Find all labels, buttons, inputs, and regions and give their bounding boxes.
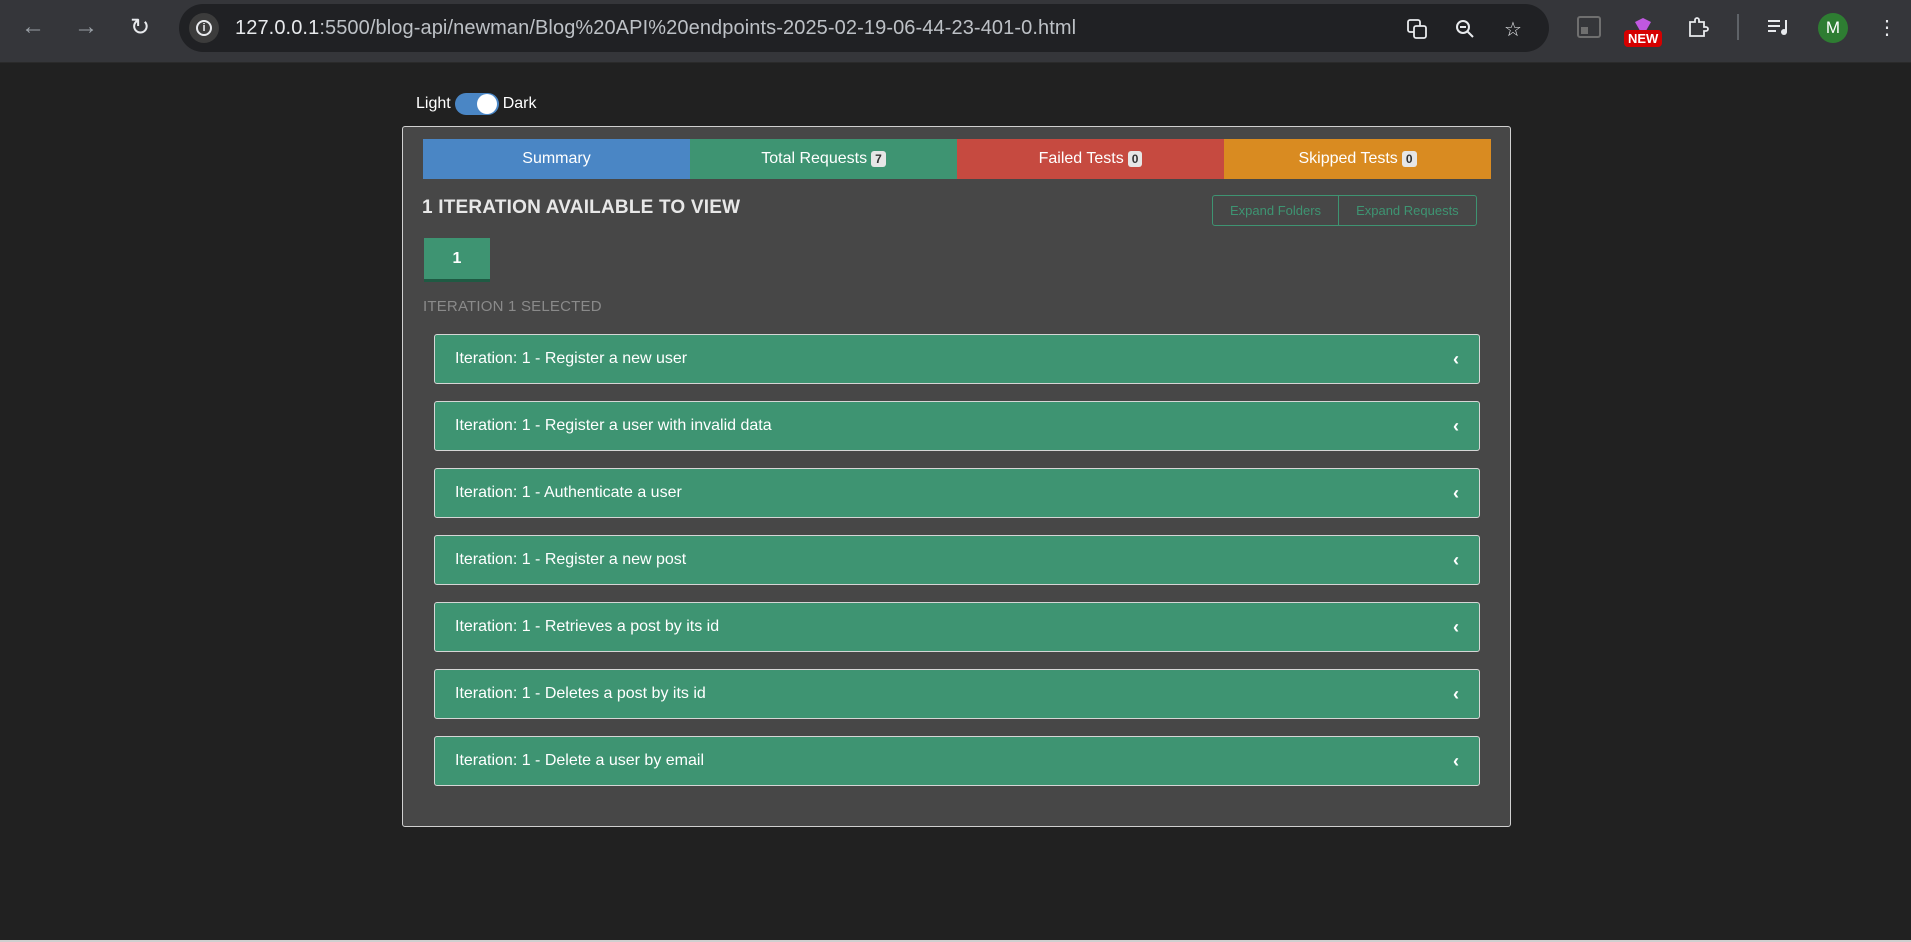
request-item[interactable]: Iteration: 1 - Register a user with inva… <box>434 401 1480 451</box>
chevron-left-icon: ‹ <box>1453 750 1459 771</box>
tab-failed-tests-label: Failed Tests <box>1038 150 1124 167</box>
switch-knob <box>476 94 497 114</box>
summary-tabs: Summary Total Requests 7 Failed Tests 0 … <box>423 139 1491 179</box>
failed-tests-count-badge: 0 <box>1127 151 1143 167</box>
expand-folders-button[interactable]: Expand Folders <box>1213 196 1338 225</box>
bookmark-star-icon[interactable]: ☆ <box>1500 16 1526 42</box>
more-menu-icon[interactable]: ⋮ <box>1872 12 1902 42</box>
request-item-label: Iteration: 1 - Register a user with inva… <box>455 417 772 434</box>
expand-requests-button[interactable]: Expand Requests <box>1338 196 1476 225</box>
url-text[interactable]: 127.0.0.1:5500/blog-api/newman/Blog%20AP… <box>235 17 1076 40</box>
tab-skipped-tests[interactable]: Skipped Tests 0 <box>1224 139 1491 179</box>
request-item[interactable]: Iteration: 1 - Register a new post ‹ <box>434 535 1480 585</box>
request-item-label: Iteration: 1 - Authenticate a user <box>455 484 682 501</box>
request-item-label: Iteration: 1 - Retrieves a post by its i… <box>455 618 720 635</box>
request-item[interactable]: Iteration: 1 - Deletes a post by its id … <box>434 669 1480 719</box>
translate-icon[interactable] <box>1404 16 1430 42</box>
request-item-label: Iteration: 1 - Delete a user by email <box>455 752 705 769</box>
tab-summary-label: Summary <box>522 150 591 167</box>
tab-total-requests-label: Total Requests <box>761 150 868 167</box>
browser-toolbar: ← → ↻ i 127.0.0.1:5500/blog-api/newman/B… <box>0 0 1911 63</box>
request-item[interactable]: Iteration: 1 - Delete a user by email ‹ <box>434 736 1480 786</box>
request-item[interactable]: Iteration: 1 - Authenticate a user ‹ <box>434 468 1480 518</box>
report-card: Summary Total Requests 7 Failed Tests 0 … <box>402 126 1511 827</box>
extensions-puzzle-icon[interactable] <box>1683 12 1713 42</box>
tab-summary[interactable]: Summary <box>423 139 690 179</box>
skipped-tests-count-badge: 0 <box>1401 151 1417 167</box>
chevron-left-icon: ‹ <box>1453 415 1459 436</box>
total-requests-count-badge: 7 <box>871 151 886 167</box>
request-item-label: Iteration: 1 - Register a new post <box>455 551 687 568</box>
request-item-label: Iteration: 1 - Deletes a post by its id <box>455 685 706 702</box>
request-item[interactable]: Iteration: 1 - Register a new user ‹ <box>434 334 1480 384</box>
request-item[interactable]: Iteration: 1 - Retrieves a post by its i… <box>434 602 1480 652</box>
forward-icon[interactable]: → <box>69 10 103 44</box>
light-label: Light <box>416 95 451 112</box>
tab-total-requests[interactable]: Total Requests 7 <box>690 139 957 179</box>
tab-skipped-tests-label: Skipped Tests <box>1298 150 1398 167</box>
back-icon[interactable]: ← <box>16 10 50 44</box>
theme-toggle: Light Dark <box>416 93 536 115</box>
zoom-icon[interactable] <box>1452 16 1478 42</box>
url-path: :5500/blog-api/newman/Blog%20API%20endpo… <box>319 17 1077 39</box>
chevron-left-icon: ‹ <box>1453 683 1459 704</box>
theme-switch[interactable] <box>454 93 499 115</box>
request-item-label: Iteration: 1 - Register a new user <box>455 350 688 367</box>
iteration-1-button[interactable]: 1 <box>424 238 490 282</box>
profile-avatar[interactable]: M <box>1818 13 1848 43</box>
tab-search-icon[interactable] <box>1574 12 1604 42</box>
address-bar[interactable]: i 127.0.0.1:5500/blog-api/newman/Blog%20… <box>179 4 1549 52</box>
toolbar-divider <box>1737 14 1739 40</box>
iterations-heading: 1 ITERATION AVAILABLE TO VIEW <box>422 197 741 218</box>
url-host: 127.0.0.1 <box>235 17 320 39</box>
iteration-selected-label: ITERATION 1 SELECTED <box>423 298 602 315</box>
new-badge: NEW <box>1624 30 1663 47</box>
chevron-left-icon: ‹ <box>1453 616 1459 637</box>
chevron-left-icon: ‹ <box>1453 482 1459 503</box>
media-queue-icon[interactable] <box>1763 12 1793 42</box>
reload-icon[interactable]: ↻ <box>123 10 157 44</box>
request-list: Iteration: 1 - Register a new user ‹ Ite… <box>434 334 1480 803</box>
expand-button-group: Expand Folders Expand Requests <box>1212 195 1477 226</box>
dark-label: Dark <box>502 95 537 112</box>
chevron-left-icon: ‹ <box>1453 549 1459 570</box>
site-info-icon[interactable]: i <box>189 13 219 43</box>
tab-failed-tests[interactable]: Failed Tests 0 <box>957 139 1224 179</box>
chevron-left-icon: ‹ <box>1453 348 1459 369</box>
